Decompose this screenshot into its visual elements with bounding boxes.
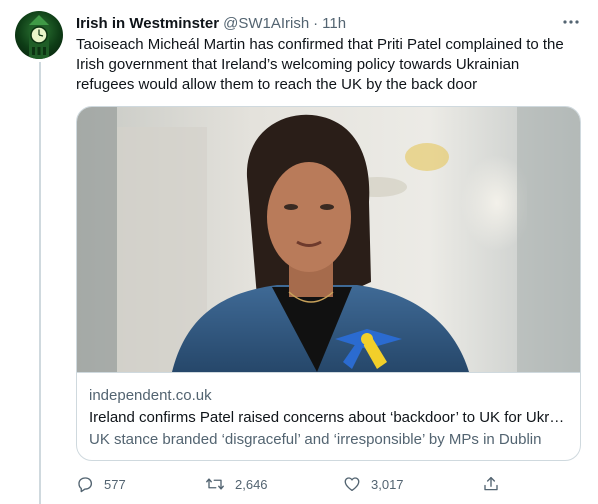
- retweet-count: 2,646: [235, 476, 268, 492]
- share-button[interactable]: [482, 472, 500, 496]
- retweet-button[interactable]: 2,646: [205, 472, 268, 496]
- retweet-icon: [206, 478, 224, 490]
- user-handle[interactable]: @SW1AIrish: [223, 15, 309, 32]
- card-image: [77, 107, 580, 372]
- link-card[interactable]: independent.co.uk Ireland confirms Patel…: [76, 106, 581, 461]
- clock-tower-icon: [29, 15, 49, 59]
- more-icon: [563, 20, 579, 24]
- card-description: UK stance branded ‘disgraceful’ and ‘irr…: [89, 431, 542, 448]
- card-divider: [77, 372, 580, 373]
- reply-icon: [78, 477, 93, 493]
- like-button[interactable]: 3,017: [343, 472, 404, 496]
- avatar[interactable]: [15, 11, 63, 59]
- reply-button[interactable]: 577: [76, 472, 126, 496]
- tweet-header: Irish in Westminster @SW1AIrish · 11h: [76, 13, 584, 33]
- separator-dot: ·: [313, 14, 319, 32]
- display-name[interactable]: Irish in Westminster: [76, 15, 219, 32]
- timestamp[interactable]: 11h: [322, 15, 346, 32]
- reply-count: 577: [104, 476, 126, 492]
- thread-line: [39, 62, 41, 504]
- tweet-text: Taoiseach Micheál Martin has confirmed t…: [76, 36, 564, 93]
- more-button[interactable]: [558, 9, 584, 35]
- tweet-actions: 577 2,646 3,017: [76, 472, 506, 496]
- card-domain: independent.co.uk: [89, 387, 212, 404]
- like-count: 3,017: [371, 476, 404, 492]
- card-title: Ireland confirms Patel raised concerns a…: [89, 409, 567, 426]
- share-icon: [484, 476, 498, 491]
- heart-icon: [344, 477, 360, 492]
